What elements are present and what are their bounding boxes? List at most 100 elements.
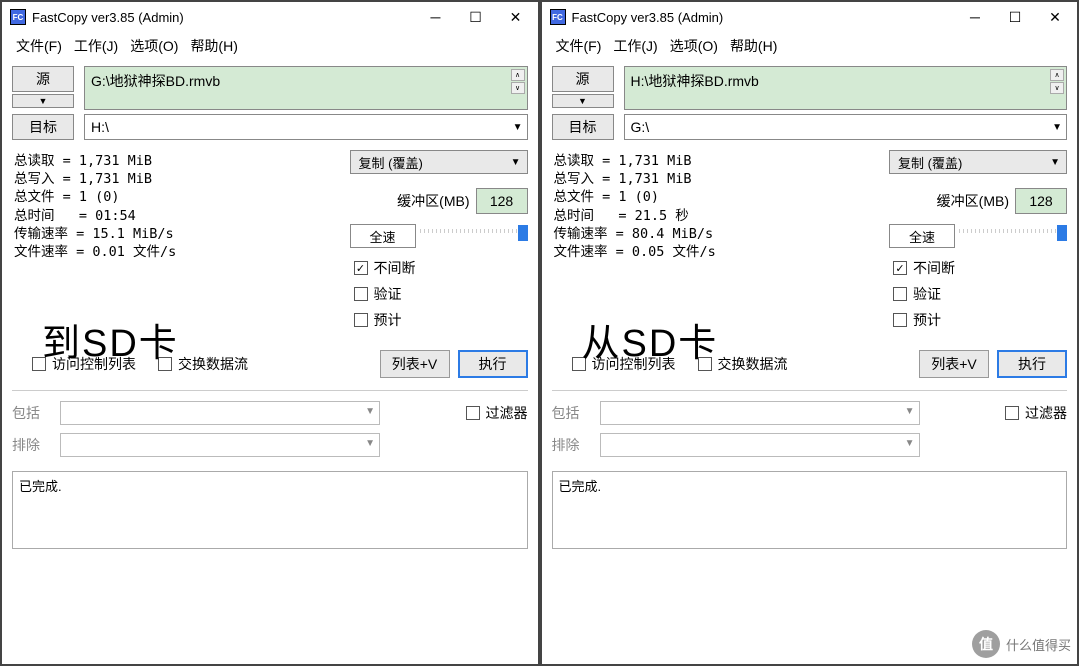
- checkbox-icon: [698, 357, 712, 371]
- ads-checkbox[interactable]: 交换数据流: [158, 354, 248, 374]
- buffer-label: 缓冲区(MB): [937, 191, 1009, 211]
- menu-file[interactable]: 文件(F): [552, 34, 606, 58]
- chevron-down-icon: ▼: [511, 157, 521, 168]
- maximize-button[interactable]: ☐: [462, 7, 490, 27]
- speed-slider[interactable]: [420, 227, 528, 245]
- exclude-input[interactable]: ▼: [60, 433, 380, 457]
- scroll-up-icon[interactable]: ∧: [511, 69, 525, 81]
- menu-work[interactable]: 工作(J): [609, 34, 661, 58]
- dest-input[interactable]: G:\ ▼: [624, 114, 1068, 140]
- chevron-down-icon: ▼: [513, 122, 523, 133]
- checkbox-icon: [32, 357, 46, 371]
- speed-button[interactable]: 全速: [350, 224, 416, 248]
- watermark-icon: 值: [972, 630, 1000, 658]
- filter-checkbox[interactable]: 过滤器: [1005, 403, 1067, 423]
- close-button[interactable]: ✕: [502, 7, 530, 27]
- verify-checkbox[interactable]: 验证: [893, 284, 1067, 304]
- dest-input[interactable]: H:\ ▼: [84, 114, 528, 140]
- watermark-text: 什么值得买: [1006, 635, 1071, 654]
- source-button[interactable]: 源: [552, 66, 614, 92]
- nonstop-checkbox[interactable]: 不间断: [893, 258, 1067, 278]
- menu-help[interactable]: 帮助(H): [726, 34, 781, 58]
- titlebar: FastCopy ver3.85 (Admin) ─ ☐ ✕: [2, 2, 538, 32]
- mode-value: 复制 (覆盖): [898, 153, 962, 172]
- acl-checkbox[interactable]: 访问控制列表: [572, 354, 676, 374]
- fastcopy-window-left: FastCopy ver3.85 (Admin) ─ ☐ ✕ 文件(F) 工作(…: [0, 0, 540, 666]
- menubar: 文件(F) 工作(J) 选项(O) 帮助(H): [542, 32, 1078, 62]
- chevron-down-icon: ▼: [1050, 157, 1060, 168]
- status-text: 已完成.: [559, 479, 602, 494]
- app-icon: [10, 9, 26, 25]
- dest-button[interactable]: 目标: [552, 114, 614, 140]
- menu-help[interactable]: 帮助(H): [186, 34, 241, 58]
- menu-options[interactable]: 选项(O): [126, 34, 182, 58]
- slider-thumb[interactable]: [518, 225, 528, 241]
- exclude-input[interactable]: ▼: [600, 433, 920, 457]
- mode-select[interactable]: 复制 (覆盖) ▼: [889, 150, 1067, 174]
- stats-text: 总读取 = 1,731 MiB 总写入 = 1,731 MiB 总文件 = 1 …: [12, 150, 176, 336]
- buffer-label: 缓冲区(MB): [397, 191, 469, 211]
- status-box: 已完成.: [12, 471, 528, 549]
- maximize-button[interactable]: ☐: [1001, 7, 1029, 27]
- execute-button[interactable]: 执行: [458, 350, 528, 378]
- checkbox-icon: [354, 313, 368, 327]
- checkbox-icon: [893, 313, 907, 327]
- filter-checkbox[interactable]: 过滤器: [466, 403, 528, 423]
- close-button[interactable]: ✕: [1041, 7, 1069, 27]
- status-box: 已完成.: [552, 471, 1068, 549]
- status-text: 已完成.: [19, 479, 62, 494]
- menubar: 文件(F) 工作(J) 选项(O) 帮助(H): [2, 32, 538, 62]
- mode-select[interactable]: 复制 (覆盖) ▼: [350, 150, 528, 174]
- titlebar: FastCopy ver3.85 (Admin) ─ ☐ ✕: [542, 2, 1078, 32]
- list-button[interactable]: 列表+V: [919, 350, 989, 378]
- scroll-down-icon[interactable]: ∨: [511, 82, 525, 94]
- fastcopy-window-right: FastCopy ver3.85 (Admin) ─ ☐ ✕ 文件(F) 工作(…: [540, 0, 1079, 666]
- execute-button[interactable]: 执行: [997, 350, 1067, 378]
- speed-slider[interactable]: [959, 227, 1067, 245]
- speed-button[interactable]: 全速: [889, 224, 955, 248]
- menu-options[interactable]: 选项(O): [666, 34, 722, 58]
- chevron-down-icon: ▼: [905, 438, 915, 449]
- checkbox-icon: [354, 261, 368, 275]
- dest-button[interactable]: 目标: [12, 114, 74, 140]
- buffer-input[interactable]: 128: [476, 188, 528, 214]
- minimize-button[interactable]: ─: [961, 7, 989, 27]
- slider-thumb[interactable]: [1057, 225, 1067, 241]
- dest-value: H:\: [91, 119, 109, 135]
- scroll-down-icon[interactable]: ∨: [1050, 82, 1064, 94]
- scroll-up-icon[interactable]: ∧: [1050, 69, 1064, 81]
- chevron-down-icon: ▼: [365, 438, 375, 449]
- exclude-label: 排除: [12, 435, 52, 455]
- menu-work[interactable]: 工作(J): [70, 34, 122, 58]
- source-button[interactable]: 源: [12, 66, 74, 92]
- checkbox-icon: [158, 357, 172, 371]
- include-label: 包括: [552, 403, 592, 423]
- window-title: FastCopy ver3.85 (Admin): [572, 10, 724, 25]
- dest-value: G:\: [631, 119, 650, 135]
- include-label: 包括: [12, 403, 52, 423]
- buffer-input[interactable]: 128: [1015, 188, 1067, 214]
- estimate-checkbox[interactable]: 预计: [893, 310, 1067, 330]
- checkbox-icon: [893, 261, 907, 275]
- verify-checkbox[interactable]: 验证: [354, 284, 528, 304]
- watermark: 值 什么值得买: [972, 630, 1071, 658]
- estimate-checkbox[interactable]: 预计: [354, 310, 528, 330]
- source-input[interactable]: H:\地狱神探BD.rmvb ∧ ∨: [624, 66, 1068, 110]
- nonstop-checkbox[interactable]: 不间断: [354, 258, 528, 278]
- list-button[interactable]: 列表+V: [380, 350, 450, 378]
- minimize-button[interactable]: ─: [422, 7, 450, 27]
- chevron-down-icon: ▼: [905, 406, 915, 417]
- app-icon: [550, 9, 566, 25]
- menu-file[interactable]: 文件(F): [12, 34, 66, 58]
- checkbox-icon: [354, 287, 368, 301]
- include-input[interactable]: ▼: [60, 401, 380, 425]
- acl-checkbox[interactable]: 访问控制列表: [32, 354, 136, 374]
- source-dropdown-icon[interactable]: ▼: [552, 94, 614, 108]
- checkbox-icon: [1005, 406, 1019, 420]
- source-value: H:\地狱神探BD.rmvb: [631, 73, 759, 89]
- include-input[interactable]: ▼: [600, 401, 920, 425]
- chevron-down-icon: ▼: [1052, 122, 1062, 133]
- source-input[interactable]: G:\地狱神探BD.rmvb ∧ ∨: [84, 66, 528, 110]
- ads-checkbox[interactable]: 交换数据流: [698, 354, 788, 374]
- source-dropdown-icon[interactable]: ▼: [12, 94, 74, 108]
